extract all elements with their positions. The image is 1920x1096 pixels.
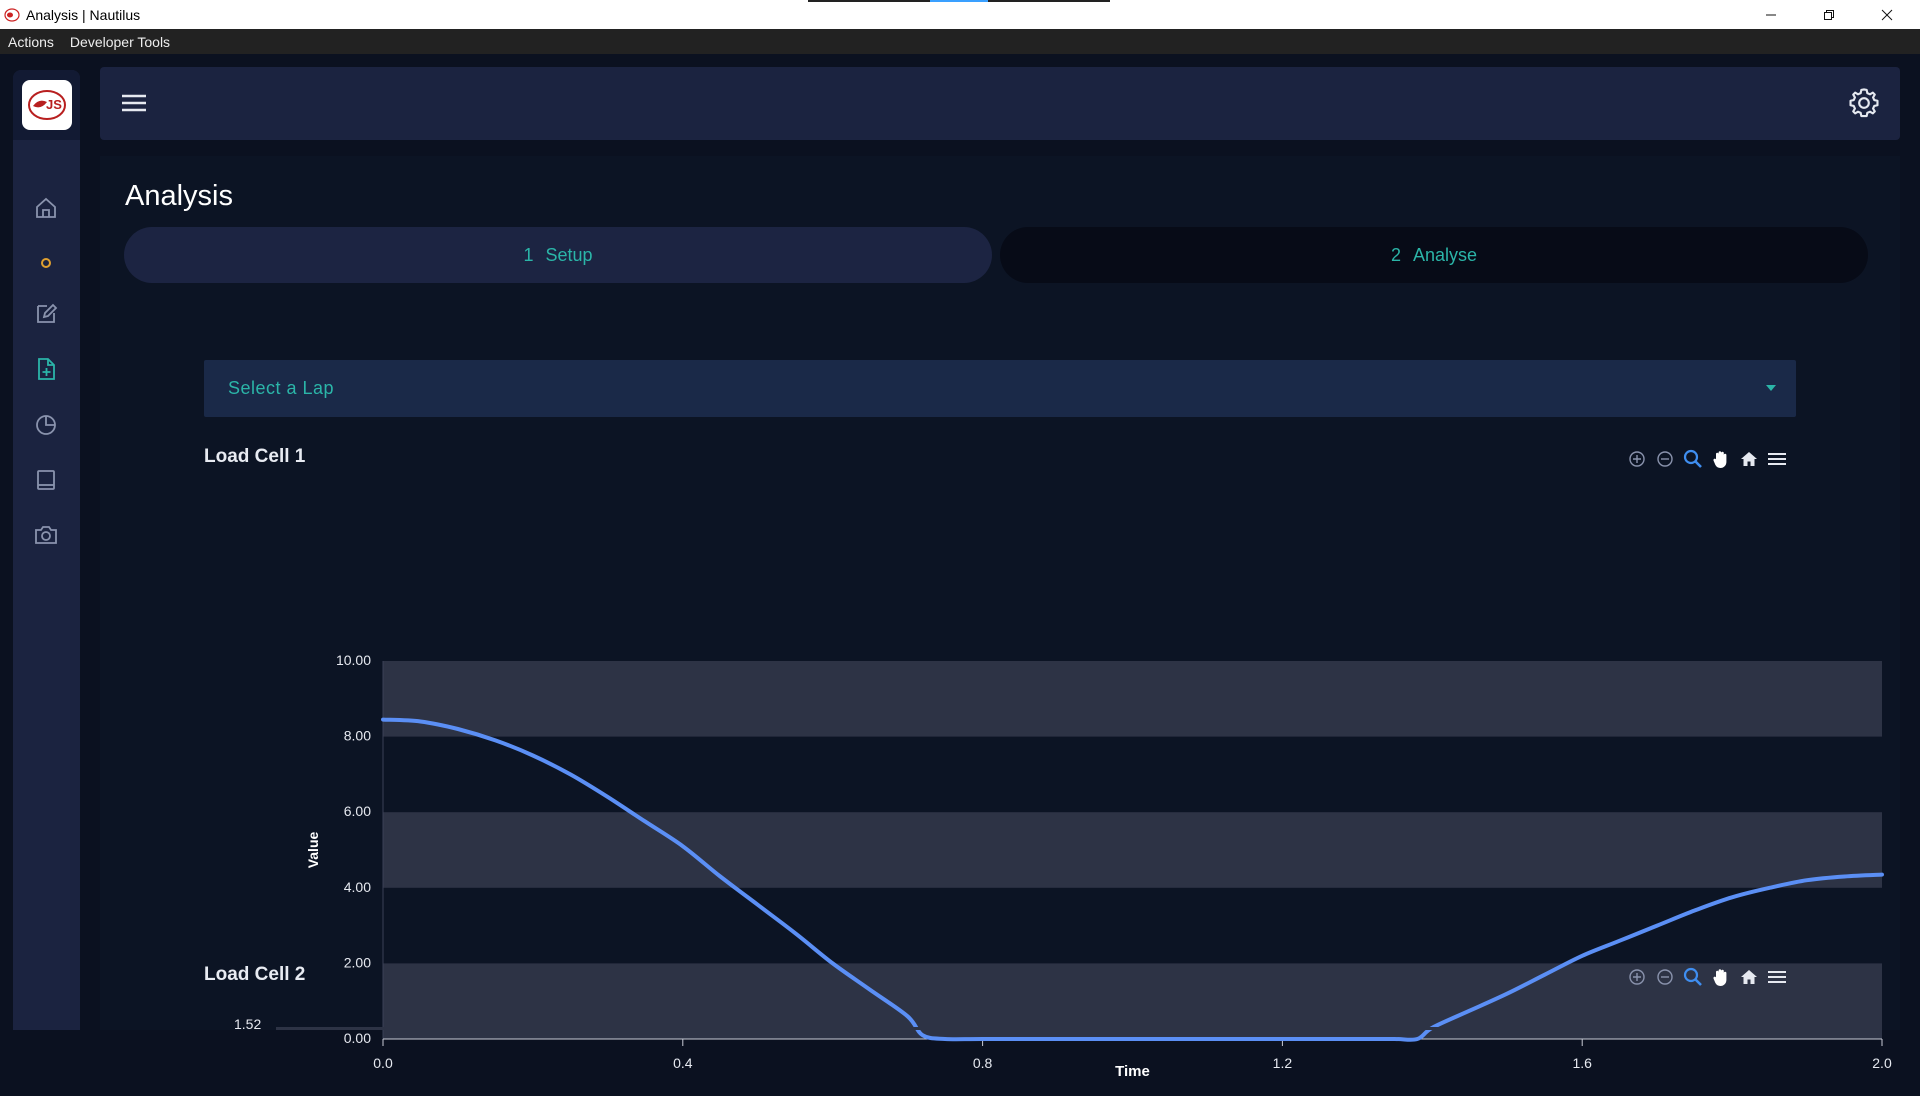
tab-analyse[interactable]: 2 Analyse — [1000, 227, 1868, 283]
brand-logo-icon: JS — [27, 90, 66, 120]
magnifier-icon — [1683, 449, 1702, 468]
x-tick-label: 1.6 — [1572, 1055, 1592, 1071]
settings-button[interactable] — [1848, 87, 1880, 124]
lap-select[interactable]: Select a Lap — [204, 360, 1796, 417]
hand-icon — [1713, 969, 1727, 986]
nav-status[interactable] — [33, 250, 59, 276]
selection-zoom-button[interactable] — [1682, 966, 1704, 988]
pan-button[interactable] — [1710, 966, 1732, 988]
nav-new-file[interactable] — [33, 356, 59, 382]
window-title: Analysis | Nautilus — [26, 6, 141, 23]
restore-button[interactable] — [1806, 0, 1852, 29]
reset-zoom-button[interactable] — [1738, 966, 1760, 988]
zoom-out-button[interactable] — [1654, 448, 1676, 470]
pie-chart-icon — [36, 415, 56, 435]
minimize-button[interactable] — [1748, 0, 1794, 29]
menu-bar: Actions Developer Tools — [0, 29, 1920, 54]
zoom-out-button[interactable] — [1654, 966, 1676, 988]
app-root: JS Analysis 1 Setup 2 Analyse Select a L… — [0, 54, 1920, 1080]
nav-camera[interactable] — [33, 522, 59, 548]
side-nav: JS — [13, 70, 80, 1030]
nav-docs[interactable] — [33, 467, 59, 493]
camera-icon — [35, 526, 57, 544]
grid-band — [383, 812, 1882, 888]
step-number: 1 — [523, 244, 534, 265]
chart-toolbar — [1626, 966, 1788, 988]
step-label: Analyse — [1412, 244, 1478, 265]
zoom-in-button[interactable] — [1626, 966, 1648, 988]
x-tick-label: 0.8 — [973, 1055, 993, 1071]
nav-edit[interactable] — [33, 301, 59, 327]
y-tick-label: 6.00 — [344, 803, 371, 819]
x-tick-label: 1.2 — [1273, 1055, 1293, 1071]
magnifier-icon — [1683, 967, 1702, 986]
y-tick-label: 4.00 — [344, 879, 371, 895]
tab-setup[interactable]: 1 Setup — [124, 227, 992, 283]
menu-developer-tools[interactable]: Developer Tools — [62, 34, 178, 50]
grid-band — [383, 661, 1882, 737]
x-axis-label: Time — [1115, 1063, 1150, 1080]
zoom-in-icon — [1629, 451, 1645, 467]
book-icon — [37, 470, 55, 490]
y-tick-label: 8.00 — [344, 728, 371, 744]
chart-menu-button[interactable] — [1766, 448, 1788, 470]
file-add-icon — [38, 358, 55, 380]
app-logo-icon — [4, 7, 20, 22]
gear-icon — [1849, 88, 1879, 118]
x-tick-label: 0.0 — [373, 1055, 393, 1071]
zoom-out-icon — [1657, 969, 1673, 985]
loading-bar — [808, 0, 1110, 2]
home-icon — [1741, 452, 1757, 466]
zoom-in-button[interactable] — [1626, 448, 1648, 470]
close-button[interactable] — [1864, 0, 1910, 29]
edit-icon — [37, 303, 58, 323]
nav-charts[interactable] — [33, 412, 59, 438]
svg-text:JS: JS — [46, 97, 62, 112]
y-tick-label: 10.00 — [336, 652, 371, 668]
home-icon — [36, 197, 56, 218]
brand-logo[interactable]: JS — [21, 80, 72, 130]
chart-toolbar — [1626, 448, 1788, 470]
lap-select-placeholder: Select a Lap — [228, 378, 335, 398]
step-number: 2 — [1390, 244, 1401, 265]
close-icon — [1881, 9, 1893, 20]
menu-actions[interactable]: Actions — [0, 34, 62, 50]
y-tick-label: 0.00 — [344, 1030, 371, 1046]
y-axis-label: Value — [305, 832, 321, 869]
selection-zoom-button[interactable] — [1682, 448, 1704, 470]
dot-icon — [41, 258, 51, 268]
top-bar — [100, 67, 1900, 140]
x-tick-label: 0.4 — [673, 1055, 693, 1071]
home-icon — [1741, 970, 1757, 984]
zoom-in-icon — [1629, 969, 1645, 985]
step-label: Setup — [545, 244, 593, 265]
minimize-icon — [1766, 14, 1776, 15]
y-tick-label: 2.00 — [344, 954, 371, 970]
load-cell-1-chart[interactable]: 0.00 2.00 4.00 6.00 8.00 10.00 0.0 0.4 0.8 1.2 1.… — [200, 516, 1900, 1096]
menu-icon — [1768, 971, 1786, 983]
hamburger-icon — [122, 94, 146, 112]
x-tick-label: 2.0 — [1872, 1055, 1892, 1071]
nav-home[interactable] — [33, 195, 59, 221]
hand-icon — [1713, 451, 1727, 468]
chevron-down-icon — [1766, 385, 1776, 391]
zoom-out-icon — [1657, 451, 1673, 467]
restore-icon — [1824, 9, 1834, 20]
menu-toggle-button[interactable] — [120, 91, 148, 120]
chart-title: Load Cell 1 — [204, 446, 306, 467]
reset-zoom-button[interactable] — [1738, 448, 1760, 470]
chart-menu-button[interactable] — [1766, 966, 1788, 988]
chart-title: Load Cell 2 — [204, 964, 306, 985]
logo-container: JS — [13, 70, 80, 140]
page-title: Analysis — [125, 180, 233, 212]
main-content: Analysis 1 Setup 2 Analyse Select a Lap … — [100, 156, 1900, 1080]
menu-icon — [1768, 453, 1786, 465]
pan-button[interactable] — [1710, 448, 1732, 470]
window-titlebar: Analysis | Nautilus — [0, 0, 1920, 29]
